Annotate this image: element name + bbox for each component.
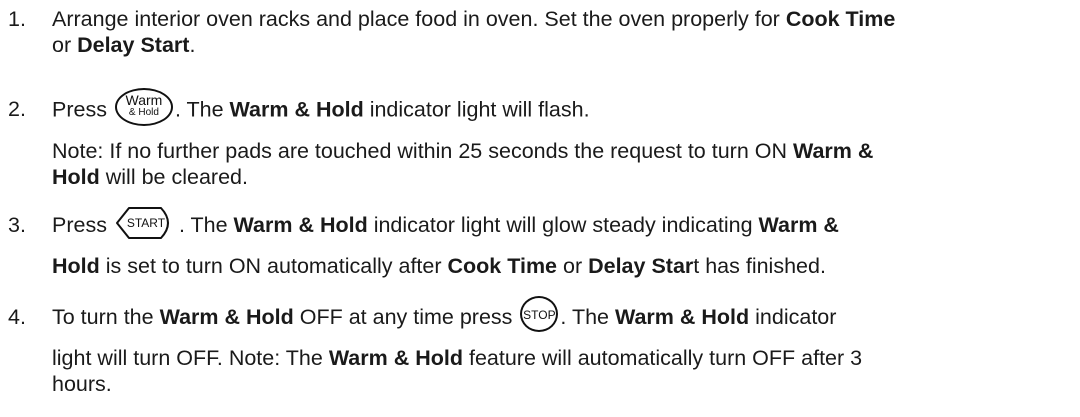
step-number: 4. [8, 305, 26, 329]
text-run: Arrange interior oven racks and place fo… [52, 7, 786, 31]
text-run: or [52, 33, 78, 57]
text-run: . The [560, 305, 615, 329]
bold-term: Warm & Hold [614, 305, 750, 329]
step-line: or Delay Start. [52, 32, 195, 58]
text-run: or [557, 254, 589, 278]
bold-term: Cook Time [447, 254, 558, 278]
start-pad-label: START [126, 216, 166, 231]
text-run: is set to turn ON automatically after [99, 254, 448, 278]
text-run: Note: If no further pads are touched wit… [52, 139, 793, 163]
warm-hold-pad-icon: Warm & Hold [114, 88, 173, 126]
step-line: Arrange interior oven racks and place fo… [52, 6, 895, 32]
step-line: Hold is set to turn ON automatically aft… [52, 253, 826, 279]
bold-term: Warm & Hold [233, 213, 368, 237]
start-pad-icon: START [115, 206, 177, 240]
step-number: 3. [8, 213, 26, 237]
step-line: To turn the Warm & Hold OFF at any time … [52, 296, 837, 333]
text-run: t has finished. [693, 254, 826, 278]
step-line: Press START . The Warm & Hold indicator l… [52, 207, 839, 240]
text-run: feature will automatically turn OFF afte… [463, 346, 863, 370]
step-line: Note: If no further pads are touched wit… [52, 138, 873, 164]
bold-term: Warm & [792, 139, 874, 163]
step-number: 2. [8, 97, 26, 121]
text-run: Press [52, 97, 113, 122]
bold-term: Warm & Hold [159, 305, 294, 329]
bold-term: Hold [52, 165, 100, 189]
hold-pad-label: & Hold [128, 107, 159, 118]
text-run: . [189, 33, 196, 57]
stop-pad-label: STOP [523, 308, 556, 323]
stop-pad-icon: STOP [520, 296, 559, 333]
bold-term: Warm & [758, 213, 839, 237]
step-line: light will turn OFF. Note: The Warm & Ho… [52, 345, 862, 371]
text-run: OFF at any time press [293, 305, 519, 329]
bold-term: Warm & Hold [328, 346, 463, 370]
step-line: Hold will be cleared. [52, 164, 248, 190]
text-run: To turn the [52, 305, 160, 329]
text-run: Press [52, 213, 113, 237]
text-run: . The [174, 97, 230, 122]
step-line: Press Warm & Hold. The Warm & Hold indica… [52, 88, 590, 126]
text-run: indicator light will flash. [363, 97, 590, 122]
bold-term: Warm & Hold [229, 97, 364, 122]
text-run: indicator light will glow steady indicat… [367, 213, 759, 237]
step-number: 1. [8, 7, 26, 31]
text-run: light will turn OFF. Note: The [52, 346, 329, 370]
bold-term: Hold [52, 254, 100, 278]
step-line: hours. [52, 371, 112, 397]
text-run: hours. [52, 372, 112, 396]
bold-term: Cook Time [785, 7, 896, 31]
bold-term: Delay Star [588, 254, 694, 278]
text-run: indicator [749, 305, 837, 329]
bold-term: Delay Start [77, 33, 190, 57]
warm-pad-label: Warm [125, 92, 163, 108]
text-run: . The [178, 213, 234, 237]
text-run: will be cleared. [99, 165, 248, 189]
